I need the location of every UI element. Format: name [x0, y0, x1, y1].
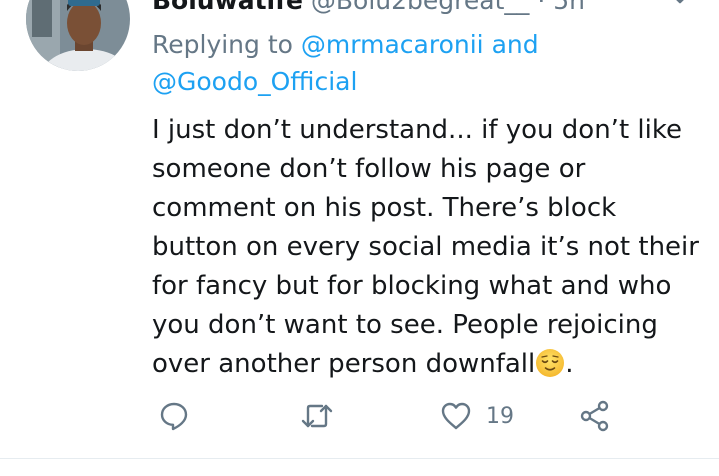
share-button[interactable]: [578, 398, 612, 434]
author-name[interactable]: Boluwatife: [152, 0, 303, 15]
tweet-text-line: for fancy but for blocking what and who: [152, 271, 672, 301]
tweet-actions: 19: [0, 398, 719, 438]
mention-link-mrmacaronii[interactable]: @mrmacaronii: [301, 30, 484, 59]
user-avatar-image: [26, 0, 130, 71]
chevron-down-icon[interactable]: [666, 0, 694, 10]
like-button[interactable]: 19: [440, 398, 514, 434]
replying-to-label: Replying to: [152, 30, 293, 59]
replying-to-line: Replying to @mrmacaronii and: [152, 30, 539, 59]
share-icon: [580, 400, 609, 432]
tweet-text: I just don’t understand... if you don’t …: [152, 111, 712, 384]
tweet-time[interactable]: 5h: [553, 0, 585, 15]
tweet-divider: [0, 458, 719, 459]
tweet-header: Boluwatife @Bolu2begreat__ · 5h: [152, 0, 585, 15]
tweet-text-last-line: over another person downfall .: [152, 345, 712, 384]
like-count: 19: [486, 403, 514, 429]
tweet-text-line: comment on his post. There’s block: [152, 193, 617, 223]
retweet-button[interactable]: [299, 398, 335, 434]
retweet-icon: [301, 404, 333, 428]
heart-icon: [441, 402, 471, 430]
tweet-text-line: over another person downfall: [152, 349, 536, 379]
relieved-face-emoji: [536, 349, 565, 377]
tweet-text-line: I just don’t understand... if you don’t …: [152, 115, 682, 145]
tweet-text-line: button on every social media it’s not th…: [152, 232, 699, 262]
tweet-text-line: you don’t want to see. People rejoicing: [152, 310, 658, 340]
tweet-text-period: .: [565, 349, 574, 379]
mention-link-goodo-official[interactable]: @Goodo_Official: [152, 67, 357, 96]
tweet-text-line: someone don’t follow his page or: [152, 154, 586, 184]
author-handle[interactable]: @Bolu2begreat__: [311, 0, 530, 15]
comment-icon: [160, 402, 188, 431]
header-separator: ·: [537, 0, 546, 15]
reply-button[interactable]: [158, 398, 190, 434]
mention-conjunction[interactable]: and: [492, 30, 539, 59]
replying-to-line-2: @Goodo_Official: [152, 67, 357, 96]
author-avatar[interactable]: [26, 0, 130, 71]
